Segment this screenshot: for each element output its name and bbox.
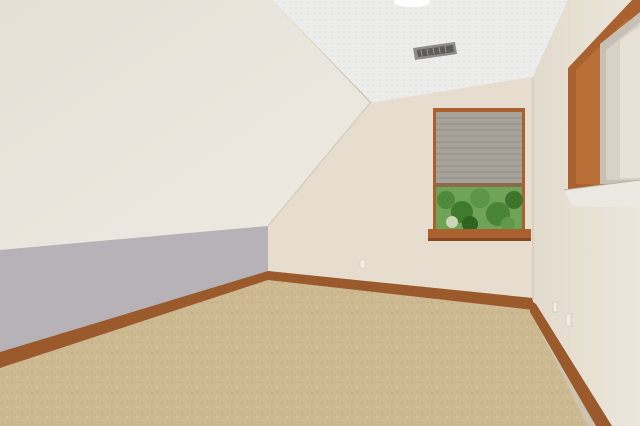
tree-foliage bbox=[436, 187, 523, 232]
window-blind bbox=[436, 112, 522, 187]
room-illustration bbox=[0, 0, 640, 426]
wall-outlet-back bbox=[359, 259, 366, 269]
wall-outlet-right-1 bbox=[552, 301, 558, 313]
wall-outlet-right-2 bbox=[565, 313, 572, 327]
attic-room-photo bbox=[0, 0, 640, 426]
